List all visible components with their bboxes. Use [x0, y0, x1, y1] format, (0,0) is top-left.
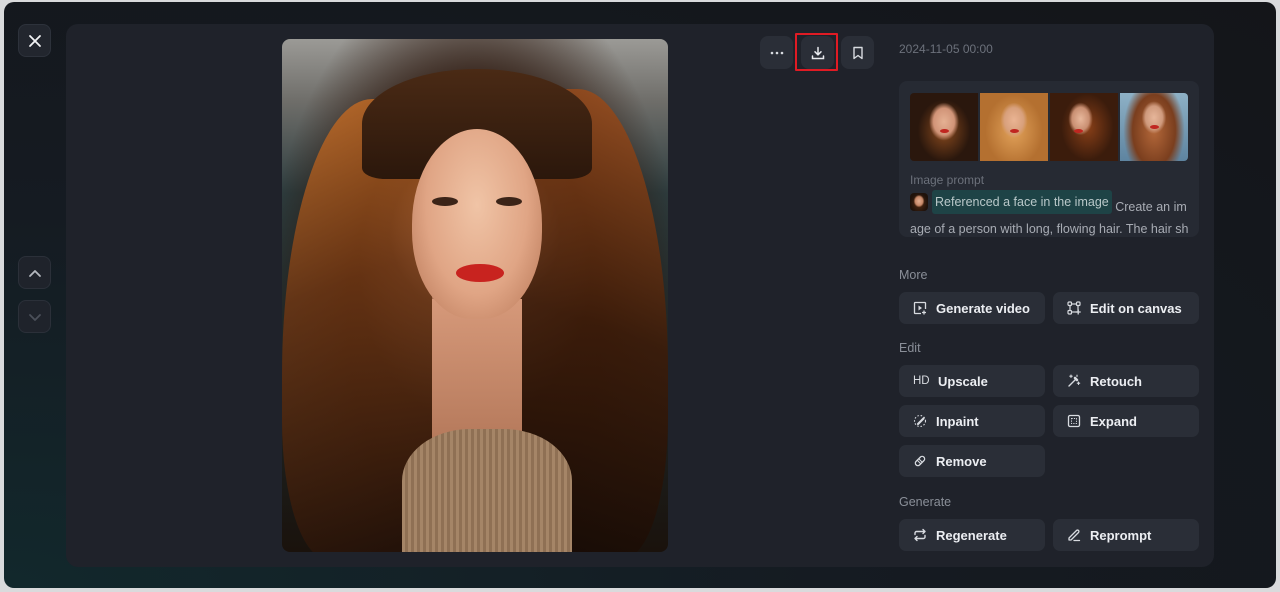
section-label-edit: Edit [899, 341, 921, 355]
reprompt-label: Reprompt [1090, 527, 1152, 543]
bookmark-button[interactable] [841, 36, 874, 69]
regenerate-button[interactable]: Regenerate [899, 519, 1045, 551]
bookmark-icon [852, 46, 863, 59]
thumbnail-detail [1074, 129, 1083, 133]
remove-button[interactable]: Remove [899, 445, 1045, 477]
reprompt-button[interactable]: Reprompt [1053, 519, 1199, 551]
pencil-icon [1067, 528, 1081, 542]
regenerate-label: Regenerate [936, 527, 1007, 543]
retouch-label: Retouch [1090, 373, 1142, 389]
close-icon [28, 34, 41, 47]
thumbnail-3[interactable] [1050, 93, 1118, 161]
upscale-label: Upscale [938, 373, 988, 389]
image-eye-left [432, 197, 458, 206]
edit-on-canvas-button[interactable]: Edit on canvas [1053, 292, 1199, 324]
thumbnail-detail [940, 129, 949, 133]
image-face [412, 129, 542, 319]
thumbnail-detail [1150, 125, 1159, 129]
image-lips [456, 264, 504, 282]
prompt-text-block: Referenced a face in the image Create an… [910, 190, 1192, 237]
repeat-icon [913, 528, 927, 542]
download-icon [811, 46, 824, 59]
generate-video-label: Generate video [936, 300, 1030, 316]
close-button[interactable] [18, 24, 51, 57]
ellipsis-icon [770, 51, 783, 54]
more-options-button[interactable] [760, 36, 793, 69]
section-label-generate: Generate [899, 495, 952, 509]
thumbnail-strip [910, 93, 1188, 161]
expand-label: Expand [1090, 413, 1137, 429]
remove-label: Remove [936, 453, 987, 469]
prompt-card: Image prompt Referenced a face in the im… [899, 81, 1199, 237]
section-label-more: More [899, 268, 928, 282]
canvas-icon [1067, 301, 1081, 315]
download-button[interactable] [801, 36, 834, 69]
generate-video-button[interactable]: Generate video [899, 292, 1045, 324]
previous-image-button[interactable] [18, 256, 51, 289]
thumbnail-2[interactable] [980, 93, 1048, 161]
edit-on-canvas-label: Edit on canvas [1090, 300, 1182, 316]
image-viewer-window: 2024-11-05 00:00 Image prompt Referenced… [4, 2, 1276, 588]
eraser-icon [913, 454, 927, 468]
reference-chip-label: Referenced a face in the image [932, 190, 1112, 214]
thumbnail-4[interactable] [1120, 93, 1188, 161]
main-generated-image[interactable] [282, 39, 668, 552]
thumbnail-1[interactable] [910, 93, 978, 161]
expand-button[interactable]: Expand [1053, 405, 1199, 437]
thumbnail-detail [1010, 129, 1019, 133]
image-neck [432, 299, 522, 439]
reference-face-chip[interactable]: Referenced a face in the image [910, 190, 1112, 214]
magic-wand-icon [1067, 374, 1081, 388]
inpaint-button[interactable]: Inpaint [899, 405, 1045, 437]
image-eye-right [496, 197, 522, 206]
next-image-button[interactable] [18, 300, 51, 333]
inpaint-label: Inpaint [936, 413, 979, 429]
video-plus-icon [913, 301, 927, 315]
creation-timestamp: 2024-11-05 00:00 [899, 42, 993, 56]
retouch-button[interactable]: Retouch [1053, 365, 1199, 397]
image-sweater [402, 429, 572, 552]
prompt-label: Image prompt [910, 173, 985, 187]
brush-icon [913, 414, 927, 428]
hd-icon: HD [913, 375, 930, 387]
upscale-button[interactable]: HD Upscale [899, 365, 1045, 397]
chevron-up-icon [28, 269, 41, 277]
chevron-down-icon [28, 313, 41, 321]
expand-icon [1067, 414, 1081, 428]
reference-face-avatar [910, 193, 928, 211]
